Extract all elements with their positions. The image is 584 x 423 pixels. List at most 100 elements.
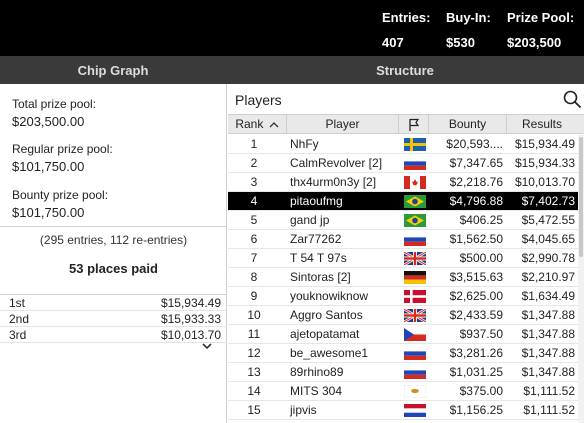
player-bounty: $3,515.63 <box>449 270 503 284</box>
tab-chip-graph[interactable]: Chip Graph <box>0 56 226 84</box>
player-rank: 9 <box>250 289 258 303</box>
country-flag-icon <box>404 385 426 398</box>
player-row[interactable]: 13 89rhino89 $1,031.25 $1,347.88 <box>228 363 578 382</box>
player-row[interactable]: 14 MITS 304 $375.00 $1,111.52 <box>228 382 578 401</box>
player-name: thx4urm0n3y [2] <box>290 175 377 189</box>
players-title: Players <box>235 92 282 108</box>
player-bounty: $2,433.59 <box>449 308 503 322</box>
country-flag-icon <box>404 157 426 170</box>
player-name: youknowiknow <box>290 289 369 303</box>
player-row[interactable]: 2 CalmRevolver [2] $7,347.65 $15,934.33 <box>228 154 578 173</box>
player-name: be_awesome1 <box>290 346 369 360</box>
country-flag-icon <box>404 138 426 151</box>
player-rank: 6 <box>250 232 258 246</box>
player-rank: 7 <box>250 251 258 265</box>
prize-pool-stat: Prize Pool: $203,500 <box>507 10 574 50</box>
column-header-bounty[interactable]: Bounty <box>429 115 507 134</box>
search-icon[interactable] <box>562 89 582 109</box>
country-flag-icon <box>404 404 426 417</box>
player-row[interactable]: 7 T 54 T 97s $500.00 $2,990.78 <box>228 249 578 268</box>
player-row[interactable]: 9 youknowiknow $2,625.00 $1,634.49 <box>228 287 578 306</box>
player-name: Sintoras [2] <box>290 270 351 284</box>
player-row[interactable]: 3 thx4urm0n3y [2] $2,218.76 $10,013.70 <box>228 173 578 192</box>
player-results: $1,634.49 <box>521 289 575 303</box>
player-name: jipvis <box>290 403 317 417</box>
payout-place: 3rd <box>9 328 27 342</box>
player-bounty: $2,625.00 <box>449 289 503 303</box>
country-flag-icon <box>404 328 426 341</box>
entries-value: 407 <box>382 35 404 50</box>
player-results: $1,111.52 <box>523 403 575 417</box>
column-header-country[interactable] <box>399 115 429 134</box>
tab-structure[interactable]: Structure <box>226 56 584 84</box>
country-flag-icon <box>404 214 426 227</box>
payout-place: 2nd <box>9 312 30 326</box>
player-rank: 13 <box>247 365 261 379</box>
player-bounty: $375.00 <box>459 384 503 398</box>
player-name: gand jp <box>290 213 330 227</box>
player-results: $7,402.73 <box>521 194 575 208</box>
prize-info-panel: Total prize pool: $203,500.00 Regular pr… <box>0 84 227 423</box>
player-results: $1,111.52 <box>523 384 575 398</box>
player-results: $15,934.49 <box>514 137 575 151</box>
column-header-results[interactable]: Results <box>507 115 577 134</box>
country-flag-icon <box>404 252 426 265</box>
player-rank: 4 <box>250 194 258 208</box>
player-row[interactable]: 1 NhFy $20,593.... $15,934.49 <box>228 135 578 154</box>
player-rank: 8 <box>250 270 258 284</box>
country-flag-icon <box>404 271 426 284</box>
players-header: Players <box>228 84 584 114</box>
player-name: T 54 T 97s <box>290 251 347 265</box>
divider <box>0 226 227 227</box>
player-results: $4,045.65 <box>521 232 575 246</box>
player-row[interactable]: 4 pitaoufmg $4,796.88 $7,402.73 <box>228 192 578 211</box>
player-results: $5,472.55 <box>521 213 575 227</box>
payout-row: 1st $15,934.49 <box>0 295 227 311</box>
player-bounty: $2,218.76 <box>449 175 503 189</box>
tab-bar: Chip Graph Structure <box>0 56 584 84</box>
player-bounty: $20,593.... <box>446 137 503 151</box>
player-row[interactable]: 12 be_awesome1 $3,281.26 $1,347.88 <box>228 344 578 363</box>
player-bounty: $3,281.26 <box>449 346 503 360</box>
bounty-prize-pool: Bounty prize pool: $101,750.00 <box>12 188 108 220</box>
entries-note: (295 entries, 112 re-entries) <box>39 233 188 247</box>
player-rank: 15 <box>247 403 261 417</box>
player-rank: 3 <box>250 175 258 189</box>
scrollbar-thumb[interactable] <box>579 137 583 257</box>
entries-label: Entries: <box>382 10 431 25</box>
country-flag-icon <box>404 176 426 189</box>
player-results: $10,013.70 <box>514 175 575 189</box>
player-results: $15,934.33 <box>514 156 575 170</box>
regular-prize-label: Regular prize pool: <box>12 142 113 156</box>
bounty-prize-value: $101,750.00 <box>12 205 85 220</box>
chevron-down-icon[interactable] <box>200 341 214 351</box>
country-flag-icon <box>404 195 426 208</box>
player-row[interactable]: 6 Zar77262 $1,562.50 $4,045.65 <box>228 230 578 249</box>
player-results: $1,347.88 <box>521 327 575 341</box>
regular-prize-pool: Regular prize pool: $101,750.00 <box>12 142 113 174</box>
player-name: ajetopatamat <box>290 327 360 341</box>
player-row[interactable]: 11 ajetopatamat $937.50 $1,347.88 <box>228 325 578 344</box>
country-flag-icon <box>404 309 426 322</box>
player-bounty: $406.25 <box>459 213 503 227</box>
players-table-body: 1 NhFy $20,593.... $15,934.49 2 CalmRevolver … <box>228 135 578 420</box>
column-header-player[interactable]: Player <box>287 115 399 134</box>
payout-row: 2nd $15,933.33 <box>0 311 227 327</box>
player-row[interactable]: 8 Sintoras [2] $3,515.63 $2,210.97 <box>228 268 578 287</box>
payout-row: 3rd $10,013.70 <box>0 327 227 343</box>
player-bounty: $1,156.25 <box>449 403 503 417</box>
bounty-prize-label: Bounty prize pool: <box>12 188 109 202</box>
player-name: pitaoufmg <box>290 194 343 208</box>
payout-amount: $15,933.33 <box>160 312 221 326</box>
prize-pool-label: Prize Pool: <box>507 10 575 25</box>
total-prize-pool: Total prize pool: $203,500.00 <box>12 97 96 129</box>
total-prize-label: Total prize pool: <box>12 97 97 111</box>
player-row[interactable]: 10 Aggro Santos $2,433.59 $1,347.88 <box>228 306 578 325</box>
player-row[interactable]: 5 gand jp $406.25 $5,472.55 <box>228 211 578 230</box>
buyin-label: Buy-In: <box>446 10 491 25</box>
player-row[interactable]: 15 jipvis $1,156.25 $1,111.52 <box>228 401 578 420</box>
column-header-rank[interactable]: Rank <box>228 115 287 134</box>
scrollbar[interactable] <box>578 135 584 423</box>
players-panel: Players Rank Player Bounty Results 1 NhFy… <box>228 84 584 423</box>
player-rank: 11 <box>247 327 261 341</box>
